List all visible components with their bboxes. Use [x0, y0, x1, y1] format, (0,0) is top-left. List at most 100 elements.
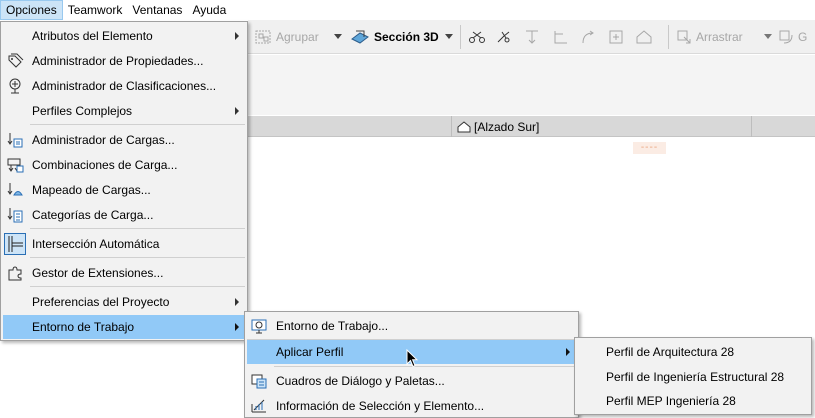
- load-category-icon: [5, 206, 25, 224]
- rotate-button[interactable]: G: [778, 28, 807, 46]
- menu-item-label: Perfil de Arquitectura 28: [606, 345, 735, 359]
- menu-item-label: Mapeado de Cargas...: [32, 183, 151, 197]
- submenu-arrow-icon: [235, 32, 239, 40]
- tab-divider: [451, 116, 452, 137]
- split-button[interactable]: [495, 28, 513, 46]
- drag-button[interactable]: Arrastrar: [676, 28, 743, 46]
- apply-profile-submenu: Perfil de Arquitectura 28 Perfil de Inge…: [574, 337, 812, 415]
- selection-info-icon: [249, 397, 269, 415]
- menu-item-label: Atributos del Elemento: [32, 29, 153, 43]
- menu-item-gestor-extensiones[interactable]: Gestor de Extensiones...: [3, 261, 245, 285]
- intersect-button[interactable]: [551, 28, 569, 46]
- adjust-icon: [526, 30, 538, 44]
- load-mapping-icon: [5, 181, 25, 199]
- menu-item-entorno-trabajo[interactable]: Entorno de Trabajo: [3, 315, 245, 339]
- menu-item-perfil-ingenieria-estructural[interactable]: Perfil de Ingeniería Estructural 28: [577, 365, 809, 389]
- submenu-arrow-icon: [235, 323, 239, 331]
- menu-bar: Opciones Teamwork Ventanas Ayuda: [0, 0, 815, 20]
- menu-item-categorias-carga[interactable]: Categorías de Carga...: [3, 203, 245, 227]
- rotate-icon: [779, 30, 793, 44]
- dialogs-palettes-icon: [249, 372, 269, 390]
- classification-icon: [5, 77, 25, 95]
- menu-item-label: Información de Selección y Elemento...: [276, 399, 485, 413]
- menu-item-label: Administrador de Clasificaciones...: [32, 79, 217, 93]
- marker-label: ----: [633, 142, 666, 154]
- menu-separator: [30, 228, 245, 229]
- menu-item-perfiles-complejos[interactable]: Perfiles Complejos: [3, 99, 245, 123]
- toolbar-separator: [460, 25, 461, 49]
- tab-alzado-sur[interactable]: [Alzado Sur]: [456, 116, 539, 137]
- section-3d-button[interactable]: Sección 3D: [350, 28, 439, 46]
- roof-button[interactable]: [635, 28, 653, 46]
- group-button[interactable]: Agrupar: [254, 28, 319, 46]
- intersect-icon: [554, 31, 567, 44]
- menu-item-combinaciones-carga[interactable]: Combinaciones de Carga...: [3, 153, 245, 177]
- tab-label: [Alzado Sur]: [474, 119, 540, 134]
- menu-separator: [30, 124, 245, 125]
- menu-item-label: Gestor de Extensiones...: [32, 266, 164, 280]
- section-3d-icon: [350, 29, 370, 45]
- group-icon: [254, 29, 272, 45]
- menu-item-label: Administrador de Propiedades...: [32, 54, 204, 68]
- fillet-icon: [582, 30, 594, 44]
- menubar-opciones[interactable]: Opciones: [0, 0, 63, 20]
- menubar-ayuda[interactable]: Ayuda: [187, 0, 231, 20]
- tag-icon: [5, 52, 25, 70]
- group-label: Agrupar: [276, 30, 319, 44]
- menu-item-atributos-elemento[interactable]: Atributos del Elemento: [3, 24, 245, 48]
- menubar-ventanas[interactable]: Ventanas: [127, 0, 187, 20]
- menu-item-label: Preferencias del Proyecto: [32, 295, 170, 309]
- elevation-icon: [457, 120, 471, 132]
- menu-item-interseccion-automatica[interactable]: Intersección Automática: [3, 232, 245, 256]
- menu-item-mapeado-cargas[interactable]: Mapeado de Cargas...: [3, 178, 245, 202]
- menu-item-cuadros-dialogo-paletas[interactable]: Cuadros de Diálogo y Paletas...: [247, 369, 576, 393]
- menu-item-preferencias-proyecto[interactable]: Preferencias del Proyecto: [3, 290, 245, 314]
- menu-item-label: Entorno de Trabajo: [32, 320, 135, 334]
- work-environment-icon: [249, 317, 269, 335]
- menu-item-label: Cuadros de Diálogo y Paletas...: [276, 374, 445, 388]
- menu-item-label: Administrador de Cargas...: [32, 133, 175, 147]
- options-menu: Atributos del Elemento Administrador de …: [0, 21, 248, 341]
- menu-item-label: Combinaciones de Carga...: [32, 158, 178, 172]
- menu-item-label: Categorías de Carga...: [32, 208, 154, 222]
- adjust-button[interactable]: [523, 28, 541, 46]
- menu-separator: [30, 286, 245, 287]
- drag-icon: [677, 30, 691, 44]
- drag-label: Arrastrar: [696, 30, 743, 44]
- mouse-cursor-icon: [406, 349, 418, 368]
- drag-dropdown[interactable]: [764, 28, 772, 46]
- menu-item-administrador-cargas[interactable]: Administrador de Cargas...: [3, 128, 245, 152]
- rotate-label: G: [798, 30, 808, 44]
- menu-separator: [274, 366, 576, 367]
- offset-button[interactable]: [607, 28, 625, 46]
- chevron-down-icon: [334, 34, 342, 39]
- menu-item-label: Intersección Automática: [32, 237, 160, 251]
- toolbar-separator: [668, 25, 669, 49]
- menu-item-label: Aplicar Perfil: [276, 345, 344, 359]
- auto-intersection-icon: [4, 233, 26, 255]
- work-area-background: [248, 55, 815, 115]
- section-3d-dropdown[interactable]: [445, 28, 453, 46]
- menu-item-perfil-mep[interactable]: Perfil MEP Ingeniería 28: [577, 389, 809, 413]
- split-icon: [497, 31, 510, 43]
- chevron-down-icon: [445, 34, 453, 39]
- tab-divider: [751, 116, 752, 137]
- submenu-arrow-icon: [235, 298, 239, 306]
- menu-item-administrador-clasificaciones[interactable]: Administrador de Clasificaciones...: [3, 74, 245, 98]
- toolbar: Agrupar Sección 3D Arrastrar G: [248, 20, 815, 54]
- submenu-arrow-icon: [235, 107, 239, 115]
- menu-separator: [30, 257, 245, 258]
- menubar-teamwork[interactable]: Teamwork: [63, 0, 128, 20]
- scissors-icon: [469, 31, 485, 43]
- chevron-down-icon: [764, 34, 772, 39]
- offset-icon: [609, 30, 623, 44]
- trim-button[interactable]: [468, 28, 486, 46]
- menu-item-informacion-seleccion[interactable]: Información de Selección y Elemento...: [247, 394, 576, 418]
- menu-item-perfil-arquitectura[interactable]: Perfil de Arquitectura 28: [577, 340, 809, 364]
- menu-item-label: Perfiles Complejos: [32, 104, 133, 118]
- menu-item-entorno-trabajo-dialog[interactable]: Entorno de Trabajo...: [247, 314, 576, 338]
- fillet-button[interactable]: [579, 28, 597, 46]
- submenu-arrow-icon: [566, 348, 570, 356]
- menu-item-administrador-propiedades[interactable]: Administrador de Propiedades...: [3, 49, 245, 73]
- group-dropdown[interactable]: [334, 28, 342, 46]
